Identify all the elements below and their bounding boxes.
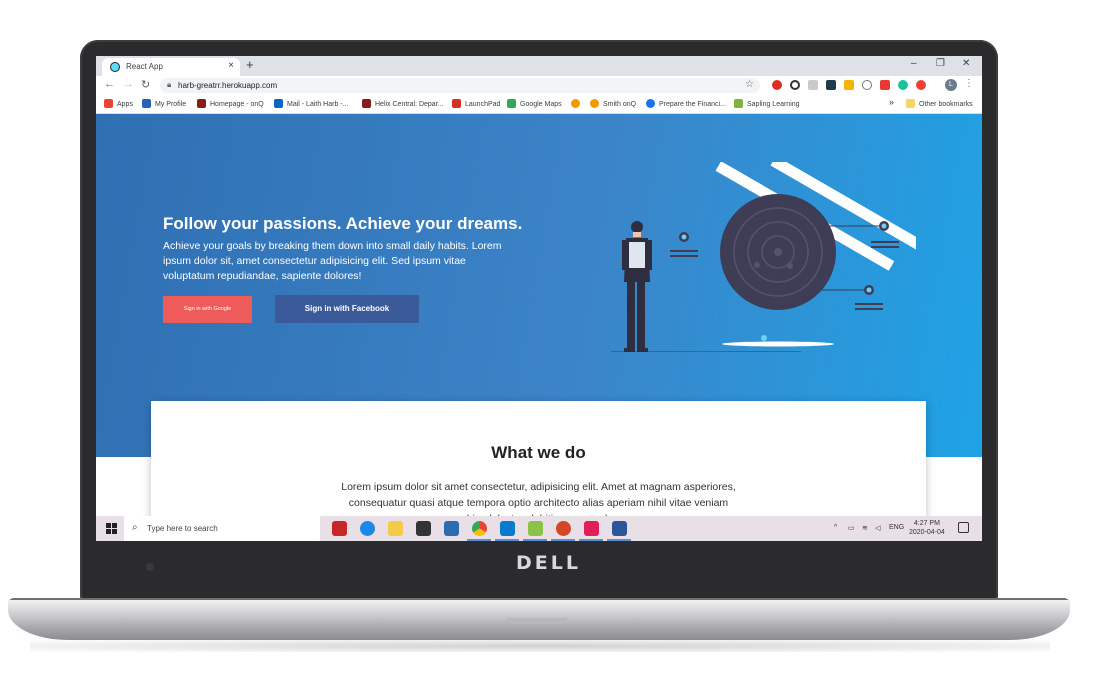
laptop-brand-logo: DELL: [516, 552, 581, 574]
bookmark-other[interactable]: Other bookmarks: [906, 99, 973, 108]
slack-icon[interactable]: [584, 521, 599, 536]
new-tab-button[interactable]: +: [246, 57, 254, 72]
vscode-icon[interactable]: [500, 521, 515, 536]
taskbar-app-icon[interactable]: [332, 521, 347, 536]
bookmark-mail[interactable]: Mail - Laith Harb -...: [274, 99, 348, 108]
tab-close-icon[interactable]: ×: [228, 60, 234, 71]
section-title: What we do: [491, 443, 586, 462]
extension-square-icon[interactable]: [826, 80, 836, 90]
bookmark-launchpad[interactable]: LaunchPad: [452, 99, 500, 108]
windows-taskbar: ⌕ Type here to search ^ ▭ ≋ ◁ ENG 4:27 P…: [96, 516, 982, 541]
smith-icon: [590, 99, 599, 108]
wifi-icon[interactable]: ≋: [862, 524, 868, 532]
forward-icon[interactable]: →: [123, 78, 134, 90]
bookmark-homepage-onq[interactable]: Homepage - onQ: [197, 99, 264, 108]
extension-c-icon[interactable]: [880, 80, 890, 90]
bookmark-google-maps[interactable]: Google Maps: [507, 99, 562, 108]
sapling-icon: [734, 99, 743, 108]
word-active-indicator: [607, 539, 631, 541]
tray-chevron-icon[interactable]: ^: [834, 524, 837, 531]
menu-kebab-icon[interactable]: ⋮: [964, 78, 974, 89]
shield-icon: [362, 99, 371, 108]
bookmark-prepare-financial[interactable]: Prepare the Financi...: [646, 99, 726, 108]
goals-target-illustration: [611, 162, 916, 352]
bookmark-helix-central[interactable]: Helix Central: Depar...: [362, 99, 443, 108]
bookmark-star-icon[interactable]: ☆: [745, 79, 754, 90]
file-explorer-icon[interactable]: [388, 521, 403, 536]
windows-start-icon[interactable]: [106, 523, 117, 534]
facebook-signin-button[interactable]: Sign in with Facebook: [275, 295, 419, 323]
bookmarks-overflow-button[interactable]: »: [889, 97, 894, 107]
laptop-notch: [507, 618, 567, 624]
bookmark-circle-icon: [571, 99, 580, 108]
restore-button[interactable]: ❐: [936, 58, 945, 69]
battery-icon[interactable]: ▭: [848, 524, 855, 532]
extension-badge-icon[interactable]: [916, 80, 926, 90]
slack-active-indicator: [579, 539, 603, 541]
chrome-active-indicator: [467, 539, 491, 541]
outlook-icon: [274, 99, 283, 108]
profile-avatar[interactable]: L: [945, 79, 957, 91]
language-indicator[interactable]: ENG: [889, 524, 904, 531]
notification-icon[interactable]: [958, 522, 969, 533]
app-active-indicator: [523, 539, 547, 541]
back-icon[interactable]: ←: [104, 78, 115, 90]
tab-title: React App: [126, 62, 163, 71]
search-icon: ⌕: [132, 522, 138, 533]
bookmark-smith-onq[interactable]: Smith onQ: [590, 99, 636, 108]
grammarly-icon[interactable]: [898, 80, 908, 90]
extension-k-icon[interactable]: [808, 80, 818, 90]
vscode-active-indicator: [495, 539, 519, 541]
reload-icon[interactable]: ↻: [141, 78, 150, 91]
edge-icon[interactable]: [360, 521, 375, 536]
bookmark-my-profile[interactable]: My Profile: [142, 99, 186, 108]
minimize-button[interactable]: –: [911, 58, 917, 69]
launchpad-icon: [452, 99, 461, 108]
laptop-shadow: [30, 640, 1050, 652]
extension-smiley-icon[interactable]: [862, 80, 872, 90]
extension-circle-icon[interactable]: [790, 80, 800, 90]
browser-toolbar: ← → ↻ 🔒︎ harb-greatrr.herokuapp.com ☆ L …: [96, 76, 982, 95]
react-favicon-icon: [110, 62, 120, 72]
chrome-icon[interactable]: [472, 521, 487, 536]
taskbar-search-box[interactable]: ⌕ Type here to search: [124, 516, 320, 541]
maps-icon: [507, 99, 516, 108]
hero-title: Follow your passions. Achieve your dream…: [163, 214, 523, 233]
search-placeholder: Type here to search: [147, 524, 218, 533]
mail-icon[interactable]: [444, 521, 459, 536]
laptop-screen: React App × + – ❐ ✕ ← → ↻ 🔒︎ harb-greatr…: [96, 56, 982, 541]
volume-icon[interactable]: ◁: [875, 524, 880, 532]
url-text: harb-greatrr.herokuapp.com: [178, 81, 278, 90]
google-signin-button[interactable]: Sign in with Google: [163, 296, 252, 323]
powerpoint-icon[interactable]: [556, 521, 571, 536]
word-icon[interactable]: [612, 521, 627, 536]
extension-pen-icon[interactable]: [844, 80, 854, 90]
hero-text: Achieve your goals by breaking them down…: [163, 240, 502, 282]
bookmark-apps[interactable]: Apps: [104, 99, 133, 108]
powerpoint-active-indicator: [551, 539, 575, 541]
help-circle-icon: [646, 99, 655, 108]
bookmark-sapling-learning[interactable]: Sapling Learning: [734, 99, 800, 108]
browser-tab[interactable]: React App ×: [102, 58, 240, 76]
apps-grid-icon: [104, 99, 113, 108]
address-bar[interactable]: 🔒︎ harb-greatrr.herokuapp.com ☆: [160, 78, 760, 93]
app-icon[interactable]: [528, 521, 543, 536]
taskbar-clock[interactable]: 4:27 PM 2020-04-04: [909, 519, 945, 537]
shield-icon: [197, 99, 206, 108]
store-icon[interactable]: [416, 521, 431, 536]
clock-time: 4:27 PM: [913, 520, 940, 527]
extension-adblock-icon[interactable]: [772, 80, 782, 90]
profile-icon: [142, 99, 151, 108]
bookmarks-bar: Apps My Profile Homepage - onQ Mail - La…: [96, 95, 982, 114]
folder-icon: [906, 99, 915, 108]
close-window-button[interactable]: ✕: [962, 58, 970, 69]
clock-date: 2020-04-04: [909, 529, 945, 536]
bookmark-unlabeled[interactable]: [571, 99, 584, 108]
browser-tab-bar: React App × + – ❐ ✕: [96, 56, 982, 76]
lock-icon: 🔒︎: [167, 80, 172, 89]
